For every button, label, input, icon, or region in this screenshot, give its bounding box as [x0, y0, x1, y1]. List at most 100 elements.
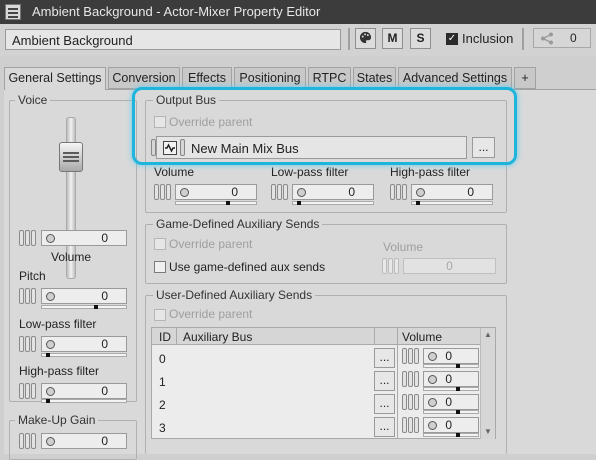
table-scrollbar[interactable]: ▲ ▼	[480, 328, 495, 439]
lpf-label: Low-pass filter	[19, 317, 97, 331]
row-volume-value: 0	[445, 395, 452, 409]
aux-bus-browse-button[interactable]: ...	[374, 394, 395, 414]
tab-conversion[interactable]: Conversion	[108, 67, 180, 89]
row-volume-value: 0	[445, 418, 452, 432]
tab-positioning[interactable]: Positioning	[234, 67, 306, 89]
solo-button[interactable]: S	[410, 28, 431, 49]
bus-lpf-modifier-icons[interactable]	[271, 184, 288, 200]
lpf-field[interactable]: 0	[41, 336, 127, 352]
game-aux-override-label: Override parent	[169, 237, 253, 251]
inclusion-checkbox[interactable]: ✓	[446, 33, 458, 45]
row-id: 0	[159, 352, 166, 366]
column-volume[interactable]: Volume	[402, 330, 442, 344]
link-icon	[428, 352, 437, 361]
voice-volume-value: 0	[101, 231, 108, 245]
game-aux-volume-field[interactable]: 0	[403, 258, 496, 274]
tab-states[interactable]: States	[353, 67, 396, 89]
bus-hpf-label: High-pass filter	[390, 165, 471, 179]
makeup-gain-label: Make-Up Gain	[15, 413, 99, 427]
bus-lpf-range-bar	[292, 201, 374, 205]
pitch-range-bar	[41, 305, 127, 309]
game-aux-volume-label: Volume	[383, 240, 424, 254]
aux-sends-table: ID Auxiliary Bus Volume 0 ... 0 1 ... 0 …	[151, 327, 496, 439]
hpf-modifier-icons[interactable]	[19, 383, 36, 399]
volume-modifier-icons[interactable]	[19, 230, 36, 246]
row-volume-range-bar	[423, 410, 479, 414]
aux-bus-browse-button[interactable]: ...	[374, 371, 395, 391]
object-name-field[interactable]: Ambient Background	[5, 29, 341, 50]
user-aux-label: User-Defined Auxiliary Sends	[153, 288, 316, 302]
row-volume-field[interactable]: 0	[423, 371, 479, 387]
use-game-aux-checkbox[interactable]	[154, 261, 166, 273]
app-icon	[5, 4, 21, 20]
bus-volume-value: 0	[231, 185, 238, 199]
slider-knob[interactable]	[59, 142, 83, 172]
row-volume-range-bar	[423, 433, 479, 437]
toolbar-divider-2	[522, 28, 524, 50]
tab-effects[interactable]: Effects	[182, 67, 232, 89]
link-icon	[428, 421, 437, 430]
tab-general-settings[interactable]: General Settings	[4, 67, 106, 90]
bus-hpf-field[interactable]: 0	[411, 184, 493, 200]
link-icon	[46, 234, 55, 243]
lpf-modifier-icons[interactable]	[19, 336, 36, 352]
column-divider	[374, 328, 375, 345]
column-auxiliary-bus[interactable]: Auxiliary Bus	[183, 330, 252, 344]
scroll-up-icon[interactable]: ▲	[484, 330, 492, 339]
voice-group-label: Voice	[15, 93, 51, 107]
link-icon	[416, 188, 425, 197]
row-volume-value: 0	[445, 349, 452, 363]
row-volume-field[interactable]: 0	[423, 394, 479, 410]
voice-volume-field[interactable]: 0	[41, 230, 127, 246]
inclusion-label: Inclusion	[462, 31, 514, 46]
aux-bus-browse-button[interactable]: ...	[374, 348, 395, 368]
color-palette-button[interactable]	[355, 28, 376, 49]
table-row[interactable]: 3 ... 0	[152, 416, 481, 439]
row-volume-field[interactable]: 0	[423, 348, 479, 364]
hpf-label: High-pass filter	[19, 364, 100, 378]
game-aux-override-checkbox[interactable]	[154, 238, 166, 250]
voice-volume-label: Volume	[51, 250, 92, 264]
makeup-modifier-icons[interactable]	[19, 433, 36, 449]
game-aux-modifier-icons[interactable]	[382, 258, 399, 274]
pitch-label: Pitch	[19, 269, 46, 283]
pitch-modifier-icons[interactable]	[19, 288, 36, 304]
column-divider	[397, 328, 398, 345]
bus-volume-field[interactable]: 0	[175, 184, 257, 200]
row-modifier-icons[interactable]	[402, 371, 419, 387]
lpf-range-bar	[41, 353, 127, 357]
scroll-down-icon[interactable]: ▼	[484, 427, 492, 436]
table-row[interactable]: 1 ... 0	[152, 370, 481, 393]
tab-rtpc[interactable]: RTPC	[308, 67, 351, 89]
share-icon	[541, 32, 553, 45]
user-aux-override-label: Override parent	[169, 307, 253, 321]
table-row[interactable]: 0 ... 0	[152, 347, 481, 370]
row-volume-value: 0	[445, 372, 452, 386]
output-bus-highlight	[132, 87, 517, 165]
row-id: 2	[159, 398, 166, 412]
tab-advanced-settings[interactable]: Advanced Settings	[398, 67, 512, 89]
pitch-field[interactable]: 0	[41, 288, 127, 304]
bus-lpf-value: 0	[348, 185, 355, 199]
makeup-gain-field[interactable]: 0	[41, 433, 127, 449]
hpf-field[interactable]: 0	[41, 383, 127, 399]
hpf-range-bar	[41, 399, 127, 403]
reference-count-button[interactable]: 0	[533, 28, 591, 48]
bus-hpf-modifier-icons[interactable]	[390, 184, 407, 200]
row-modifier-icons[interactable]	[402, 348, 419, 364]
user-aux-override-checkbox[interactable]	[154, 309, 166, 321]
makeup-gain-value: 0	[101, 434, 108, 448]
tab-add[interactable]: +	[514, 67, 536, 89]
mute-button[interactable]: M	[382, 28, 403, 49]
link-icon	[428, 375, 437, 384]
row-modifier-icons[interactable]	[402, 394, 419, 410]
aux-bus-browse-button[interactable]: ...	[374, 417, 395, 437]
bus-lpf-field[interactable]: 0	[292, 184, 374, 200]
column-id[interactable]: ID	[159, 330, 171, 344]
bus-volume-range-bar	[175, 201, 257, 205]
bus-volume-modifier-icons[interactable]	[154, 184, 171, 200]
row-volume-field[interactable]: 0	[423, 417, 479, 433]
table-row[interactable]: 2 ... 0	[152, 393, 481, 416]
window-title: Ambient Background - Actor-Mixer Propert…	[32, 4, 321, 19]
row-modifier-icons[interactable]	[402, 417, 419, 433]
